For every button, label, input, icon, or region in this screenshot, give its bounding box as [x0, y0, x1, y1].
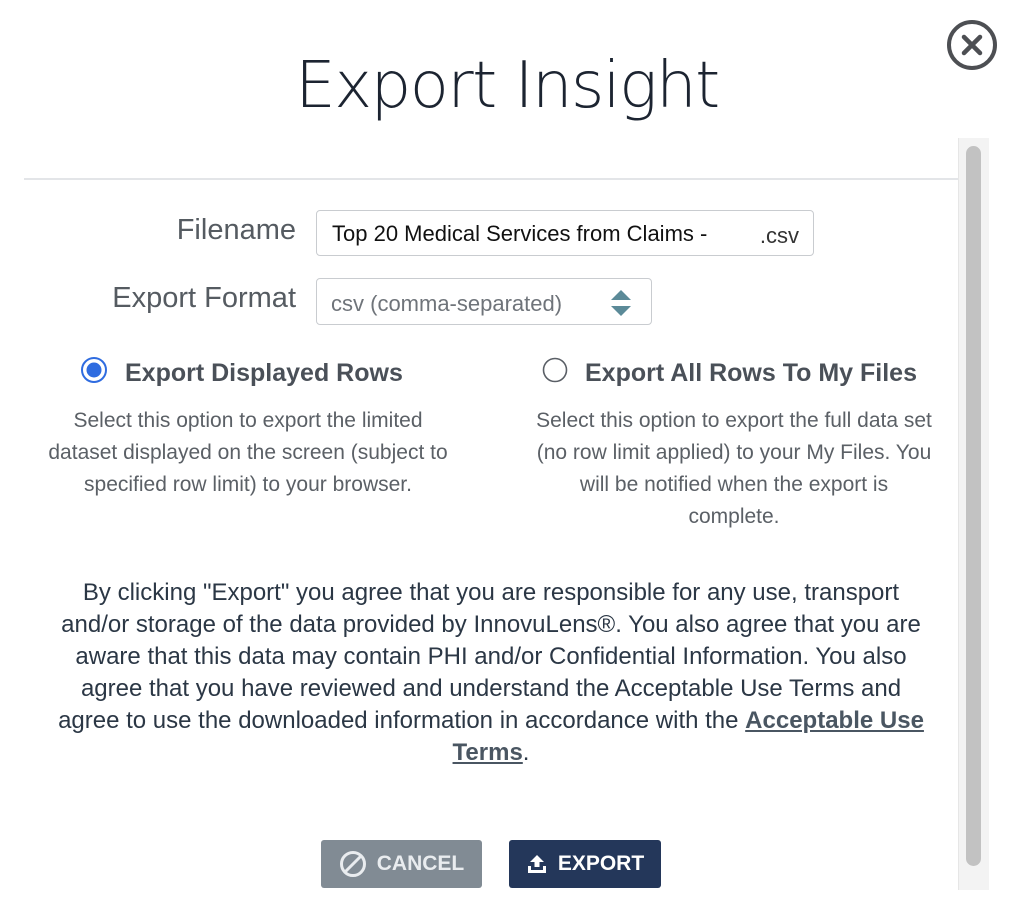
filename-input[interactable]: Top 20 Medical Services from Claims - .c…	[316, 210, 814, 256]
cancel-button[interactable]: CANCEL	[321, 840, 482, 888]
export-displayed-rows-description: Select this option to export the limited…	[48, 409, 448, 496]
agreement-suffix: .	[522, 739, 530, 766]
export-all-rows-description: Select this option to export the full da…	[536, 409, 932, 528]
export-displayed-rows-radio[interactable]	[81, 357, 107, 383]
export-button-label: EXPORT	[557, 852, 645, 875]
filename-extension: .csv	[759, 223, 799, 248]
dialog-title: Export Insight	[295, 49, 720, 123]
export-format-label: Export Format	[112, 282, 296, 314]
header-divider	[24, 178, 958, 180]
export-displayed-rows-label[interactable]: Export Displayed Rows	[125, 359, 403, 388]
scrollbar-thumb[interactable]	[966, 146, 981, 866]
ban-icon	[339, 851, 366, 877]
select-arrows-icon	[611, 290, 631, 316]
export-all-rows-radio[interactable]	[542, 357, 568, 383]
filename-value: Top 20 Medical Services from Claims -	[332, 221, 708, 246]
export-format-value: csv (comma-separated)	[331, 291, 563, 316]
filename-label: Filename	[176, 214, 296, 246]
export-insight-dialog: Export Insight Filename Top 20 Medical S…	[0, 0, 1014, 920]
export-all-rows-label[interactable]: Export All Rows To My Files	[585, 359, 917, 388]
agreement-text: By clicking "Export" you agree that you …	[50, 577, 932, 769]
export-format-select[interactable]: csv (comma-separated)	[316, 278, 652, 325]
upload-icon	[527, 855, 546, 873]
cancel-button-label: CANCEL	[376, 852, 465, 875]
export-button[interactable]: EXPORT	[509, 840, 661, 888]
